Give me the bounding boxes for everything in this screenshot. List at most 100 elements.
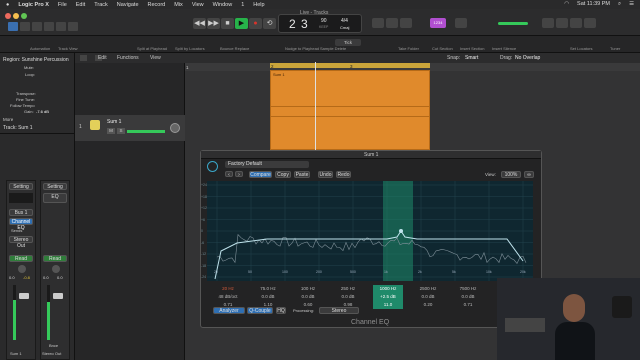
band-q[interactable]: 1.10 (253, 301, 283, 309)
wifi-icon[interactable]: ◠ (564, 1, 569, 8)
band-gain[interactable]: 0.0 dB (333, 293, 363, 301)
track-row[interactable]: 1 Sum 1 M S (75, 115, 185, 141)
preset-dropdown[interactable]: Factory Default (225, 161, 309, 168)
power-icon[interactable] (207, 161, 218, 172)
menu-navigate[interactable]: Navigate (117, 2, 139, 8)
toolbar-split-playhead[interactable]: Split at Playhead (137, 46, 167, 51)
toolbar-bounce-replace[interactable]: Bounce Replace (220, 46, 249, 51)
cpu-badge[interactable]: 1234 (430, 18, 446, 28)
menu-help[interactable]: Help (253, 2, 264, 8)
band-1-values[interactable]: 20 Hz 48 dB/oct 0.71 (213, 285, 243, 309)
band-gain[interactable]: 0.0 dB (293, 293, 323, 301)
toolbar-split-locators[interactable]: Split by Locators (175, 46, 205, 51)
solo-button[interactable]: S (117, 128, 125, 134)
eq-graph[interactable] (207, 177, 533, 281)
band-q[interactable]: 0.98 (333, 301, 363, 309)
band-freq[interactable]: 20 Hz (213, 285, 243, 293)
editors-icon[interactable] (68, 22, 78, 31)
band-freq[interactable]: 1000 Hz (373, 285, 403, 293)
toolbar-insert-section[interactable]: Insert Section (460, 46, 484, 51)
band-freq[interactable]: 100 Hz (293, 285, 323, 293)
toolbar-nudge[interactable]: Nudge to Playhead (285, 46, 319, 51)
lcd-display[interactable]: 2 3 90 KEEP 4/4 Cmaj (278, 14, 362, 33)
link-icon[interactable]: ∞ (524, 171, 534, 178)
undo-button[interactable]: Undo (318, 171, 333, 178)
automation-read-button[interactable]: Read (9, 255, 33, 262)
menu-record[interactable]: Record (148, 2, 166, 8)
band-gain[interactable]: 0.0 dB (453, 293, 483, 301)
channel-eq-slot[interactable]: Channel EQ (9, 218, 33, 231)
snap-dropdown[interactable]: Smart (465, 55, 478, 61)
view-menu[interactable]: View (150, 55, 161, 61)
minimize-window-button[interactable] (13, 13, 19, 19)
band-q[interactable]: 0.20 (413, 301, 443, 309)
toolbar-set-locators[interactable]: Set Locators (570, 46, 592, 51)
cycle-button[interactable]: ⟲ (263, 18, 276, 29)
functions-menu[interactable]: Functions (117, 55, 139, 61)
band-3-values[interactable]: 100 Hz 0.0 dB 0.60 (293, 285, 323, 309)
pan-knob[interactable] (18, 265, 26, 273)
add-track-button[interactable] (80, 55, 87, 61)
volume-fader[interactable] (19, 293, 29, 299)
toolbar-track-view[interactable]: Track View (58, 46, 78, 51)
toolbar-cut-section[interactable]: Cut Section (432, 46, 453, 51)
input-slot[interactable]: Bus 1 (9, 209, 33, 216)
menu-list-icon[interactable]: ☰ (629, 1, 634, 8)
band-q[interactable]: 0.71 (213, 301, 243, 309)
eq-slot-out[interactable]: EQ (43, 193, 67, 203)
tuner-icon[interactable] (400, 18, 412, 28)
toolbar-take-folder[interactable]: Take Folder (398, 46, 419, 51)
search-icon[interactable]: ⌕ (618, 1, 621, 8)
record-button[interactable]: ● (249, 18, 262, 29)
setting-button-out[interactable]: Setting (43, 183, 67, 190)
gain-value[interactable]: -7.6 dB (36, 109, 49, 114)
menu-app[interactable]: Logic Pro X (18, 2, 49, 8)
band-q[interactable]: 0.71 (453, 301, 483, 309)
compare-button[interactable]: Compare (249, 171, 272, 178)
metronome-icon[interactable] (372, 18, 384, 28)
setting-button[interactable]: Setting (9, 183, 33, 190)
band-q[interactable]: 11.0 (373, 301, 403, 309)
smart-controls-icon[interactable] (44, 22, 54, 31)
band-7-values[interactable]: 7500 Hz 0.0 dB 0.71 (453, 285, 483, 309)
band-4-values[interactable]: 250 Hz 0.0 dB 0.98 (333, 285, 363, 309)
toolbar-insert-silence[interactable]: Insert Silence (492, 46, 516, 51)
take-folder-tab[interactable]: Tick (335, 39, 361, 46)
band-gain[interactable]: +2.5 dB (373, 293, 403, 301)
zoom-window-button[interactable] (21, 13, 27, 19)
rewind-button[interactable]: ◀◀ (193, 18, 206, 29)
apple-icon[interactable]: ● (6, 2, 9, 8)
playhead[interactable] (315, 62, 316, 152)
toolbar-icon[interactable] (32, 22, 42, 31)
menu-window[interactable]: Window (213, 2, 233, 8)
help-icon[interactable] (20, 22, 30, 31)
eq-thumbnail[interactable] (9, 193, 33, 203)
notepad-icon[interactable] (556, 18, 568, 28)
volume-fader-out[interactable] (53, 293, 63, 299)
menu-track[interactable]: Track (94, 2, 108, 8)
stop-button[interactable]: ■ (221, 18, 234, 29)
toolbar-sample-delete[interactable]: Sample Delete (320, 46, 346, 51)
mute-button[interactable]: M (107, 128, 115, 134)
band-freq[interactable]: 2500 Hz (413, 285, 443, 293)
band-freq[interactable]: 7500 Hz (453, 285, 483, 293)
toolbar-automation[interactable]: Automation (30, 46, 50, 51)
browser-icon[interactable] (584, 18, 596, 28)
master-volume-slider[interactable] (498, 22, 528, 25)
track-volume-slider[interactable] (127, 130, 165, 133)
band-freq[interactable]: 75.0 Hz (253, 285, 283, 293)
track-pan-knob[interactable] (170, 123, 180, 133)
menu-file[interactable]: File (58, 2, 67, 8)
band-freq[interactable]: 250 Hz (333, 285, 363, 293)
band-2-values[interactable]: 75.0 Hz 0.0 dB 1.10 (253, 285, 283, 309)
redo-button[interactable]: Redo (336, 171, 351, 178)
bounce-label[interactable]: Bnce (49, 343, 58, 348)
view-zoom-dropdown[interactable]: 100% (501, 171, 521, 178)
band-gain[interactable]: 48 dB/oct (213, 293, 243, 301)
band-gain[interactable]: 0.0 dB (253, 293, 283, 301)
automation-read-button-out[interactable]: Read (43, 255, 67, 262)
forward-button[interactable]: ▶▶ (207, 18, 220, 29)
library-icon[interactable] (8, 22, 18, 31)
more-label[interactable]: More (3, 117, 13, 122)
region-label[interactable]: Region: Sunshine Percussion (3, 57, 69, 63)
